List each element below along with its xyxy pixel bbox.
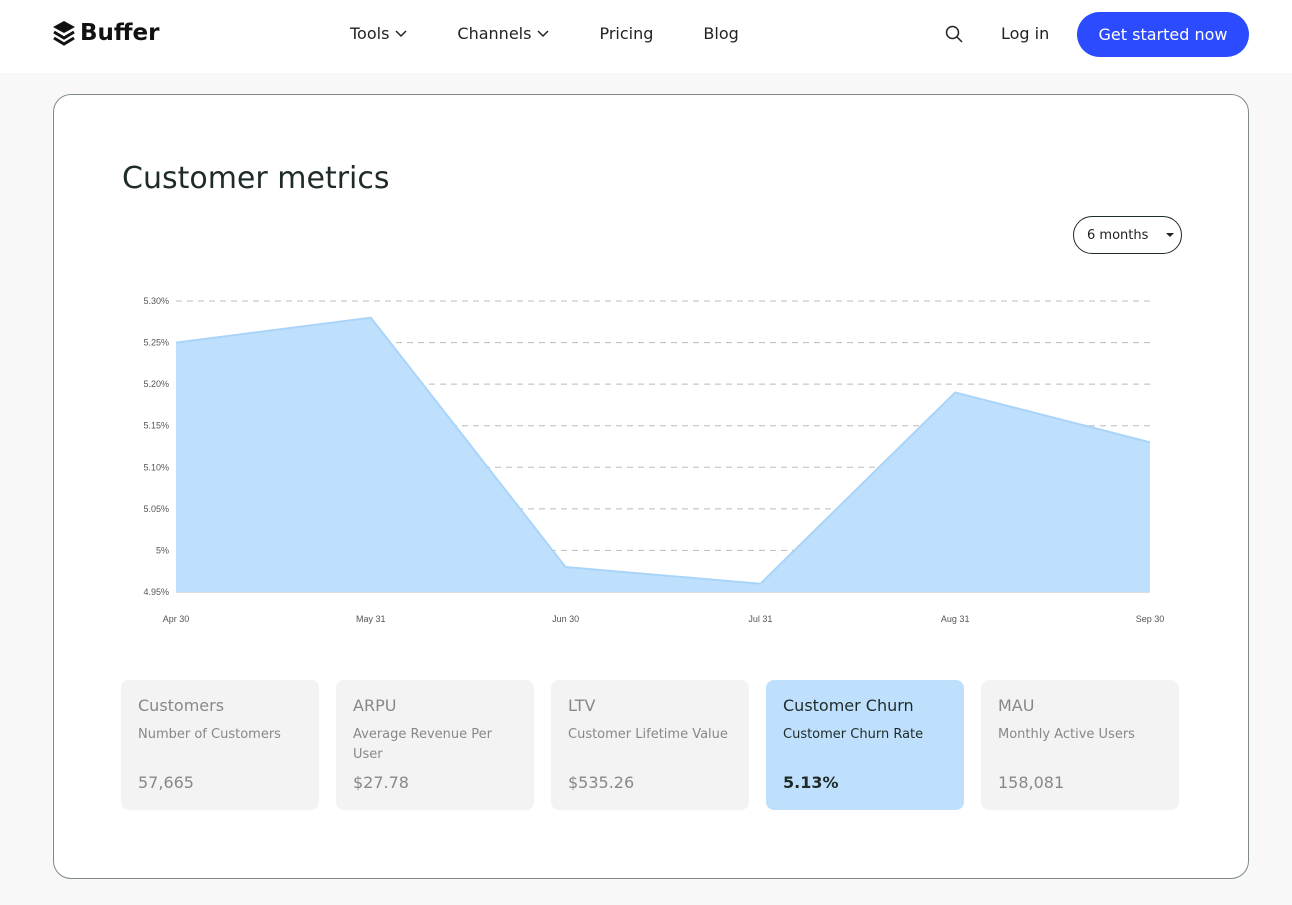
y-tick-label: 5% xyxy=(156,545,169,555)
metric-title: ARPU xyxy=(353,696,397,715)
metric-description: Customer Churn Rate xyxy=(783,727,924,742)
y-tick-label: 5.05% xyxy=(143,504,169,514)
buffer-logo[interactable]: Buffer xyxy=(52,20,159,46)
x-tick-label: Apr 30 xyxy=(163,614,190,624)
get-started-button[interactable]: Get started now xyxy=(1077,12,1249,57)
data-point xyxy=(175,342,177,344)
x-tick-label: May 31 xyxy=(356,614,386,624)
metric-card-customers[interactable]: Customers Number of Customers 57,665 xyxy=(121,680,319,810)
metric-value: 57,665 xyxy=(138,773,194,792)
metric-value: $27.78 xyxy=(353,773,409,792)
x-tick-label: Sep 30 xyxy=(1136,614,1165,624)
range-select[interactable]: 6 months xyxy=(1073,216,1182,254)
y-tick-label: 5.15% xyxy=(143,421,169,431)
nav-pricing[interactable]: Pricing xyxy=(599,24,653,43)
metric-card-arpu[interactable]: ARPU Average Revenue Per User $27.78 xyxy=(336,680,534,810)
metric-card-ltv[interactable]: LTV Customer Lifetime Value $535.26 xyxy=(551,680,749,810)
range-value: 6 months xyxy=(1087,227,1149,243)
y-tick-label: 5.25% xyxy=(143,338,169,348)
metric-card-mau[interactable]: MAU Monthly Active Users 158,081 xyxy=(981,680,1179,810)
metric-description: Monthly Active Users xyxy=(998,727,1135,742)
metric-title: LTV xyxy=(568,696,596,715)
data-point xyxy=(565,566,567,568)
metric-card-customer-churn[interactable]: Customer Churn Customer Churn Rate 5.13% xyxy=(766,680,964,810)
brand-name: Buffer xyxy=(80,20,160,46)
nav-channels[interactable]: Channels xyxy=(457,24,549,43)
buffer-stack-icon xyxy=(53,21,75,46)
metric-description: Average Revenue Per User xyxy=(353,727,492,762)
metric-title: Customer Churn xyxy=(783,696,914,715)
metric-value: $535.26 xyxy=(568,773,635,792)
data-point xyxy=(370,317,372,319)
top-nav: Buffer Tools Channels Pricing Blog Log i… xyxy=(0,0,1292,73)
y-tick-label: 5.10% xyxy=(143,462,169,472)
data-point xyxy=(759,583,761,585)
metric-title: Customers xyxy=(138,696,225,715)
x-tick-label: Jul 31 xyxy=(748,614,772,624)
x-tick-label: Jun 30 xyxy=(552,614,579,624)
chevron-down-icon xyxy=(395,29,407,37)
nav-blog[interactable]: Blog xyxy=(703,24,738,43)
metric-value: 158,081 xyxy=(998,773,1065,792)
metric-title: MAU xyxy=(998,696,1035,715)
metrics-card: Customer metrics 6 months 5.30% 5.25% 5.20… xyxy=(53,94,1249,879)
data-point xyxy=(1149,441,1151,443)
nav-tools[interactable]: Tools xyxy=(350,24,407,43)
x-tick-label: Aug 31 xyxy=(941,614,970,624)
metric-description: Customer Lifetime Value xyxy=(568,727,728,742)
caret-down-icon xyxy=(1166,232,1175,237)
page-title: Customer metrics xyxy=(122,161,390,196)
churn-area-chart: 5.30% 5.25% 5.20% 5.15% 5.10% 5.05% 5% 4.95% Apr… xyxy=(143,296,1165,624)
y-tick-label: 5.20% xyxy=(143,379,169,389)
metric-description: Number of Customers xyxy=(138,727,281,742)
y-tick-label: 5.30% xyxy=(143,296,169,306)
data-point xyxy=(954,391,956,393)
search-icon[interactable] xyxy=(945,25,963,43)
metric-value: 5.13% xyxy=(783,773,839,792)
login-link[interactable]: Log in xyxy=(1001,24,1049,43)
chevron-down-icon xyxy=(537,29,549,37)
y-tick-label: 4.95% xyxy=(143,587,169,597)
